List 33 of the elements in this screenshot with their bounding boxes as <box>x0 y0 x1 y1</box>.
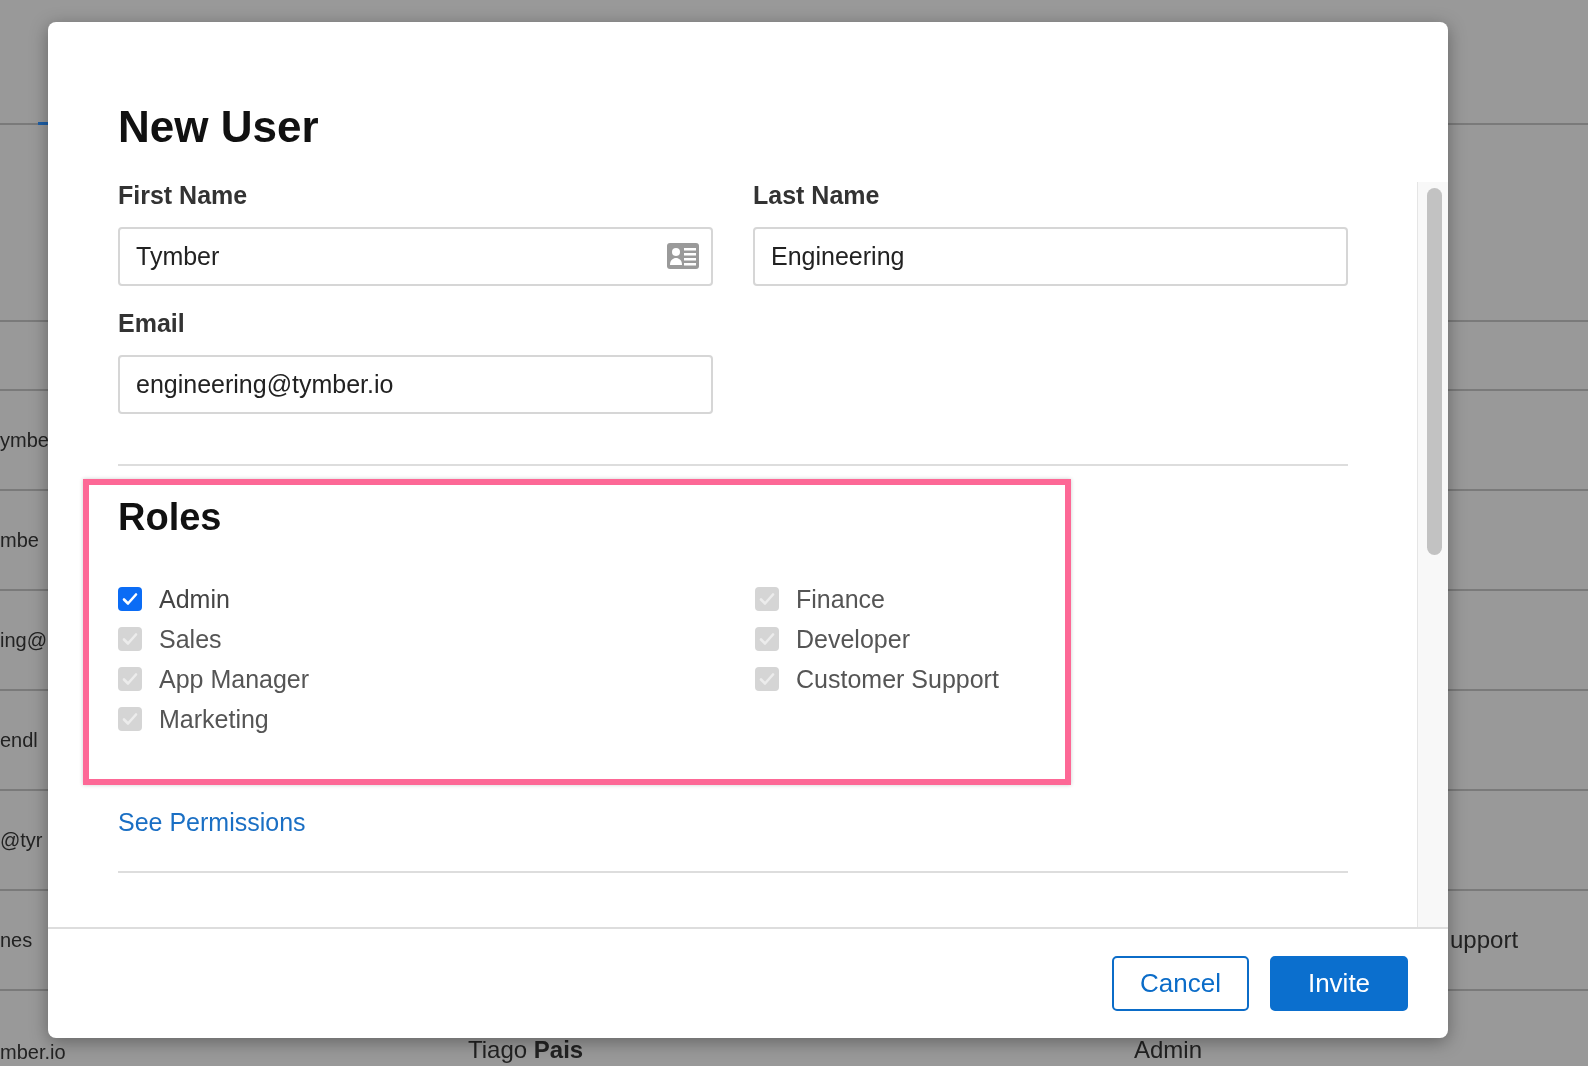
checkbox-label: Sales <box>159 624 222 654</box>
see-permissions-link[interactable]: See Permissions <box>118 807 306 837</box>
scrollbar[interactable] <box>1417 182 1448 927</box>
checkbox-label: Developer <box>796 624 910 654</box>
cancel-button[interactable]: Cancel <box>1112 956 1249 1011</box>
dialog-title: New User <box>118 101 320 153</box>
table-cell: mber.io <box>0 1041 66 1064</box>
table-cell: nes <box>0 928 33 952</box>
table-cell: mbe <box>0 528 39 552</box>
input-field[interactable]: Engineering <box>753 227 1348 286</box>
checkbox-label: Customer Support <box>796 664 999 694</box>
table-cell: Admin <box>1134 1036 1203 1064</box>
field-label: Email <box>118 308 186 338</box>
table-cell: ing@ <box>0 628 47 652</box>
tab-underline <box>38 122 48 125</box>
section-title: Roles <box>118 495 223 540</box>
field-label: First Name <box>118 180 249 210</box>
checkbox-label: App Manager <box>159 664 310 694</box>
checkbox-label: Finance <box>796 584 885 614</box>
table-cell: ymbe <box>0 428 49 452</box>
table-cell: @tyr <box>0 828 43 852</box>
checkbox-label: Admin <box>159 584 230 614</box>
contact-card-icon[interactable] <box>667 243 699 269</box>
input-field[interactable]: engineering@tymber.io <box>118 355 713 414</box>
invite-button[interactable]: Invite <box>1270 956 1408 1011</box>
checkbox-label: Marketing <box>159 704 269 734</box>
table-cell: upport <box>1450 926 1519 954</box>
input-field[interactable]: Tymber <box>118 227 713 286</box>
table-cell: Tiago Pais <box>468 1036 584 1064</box>
checkmark-icon <box>121 590 139 608</box>
checkbox[interactable] <box>118 587 142 611</box>
field-label: Last Name <box>753 180 881 210</box>
table-cell: endl <box>0 728 38 752</box>
